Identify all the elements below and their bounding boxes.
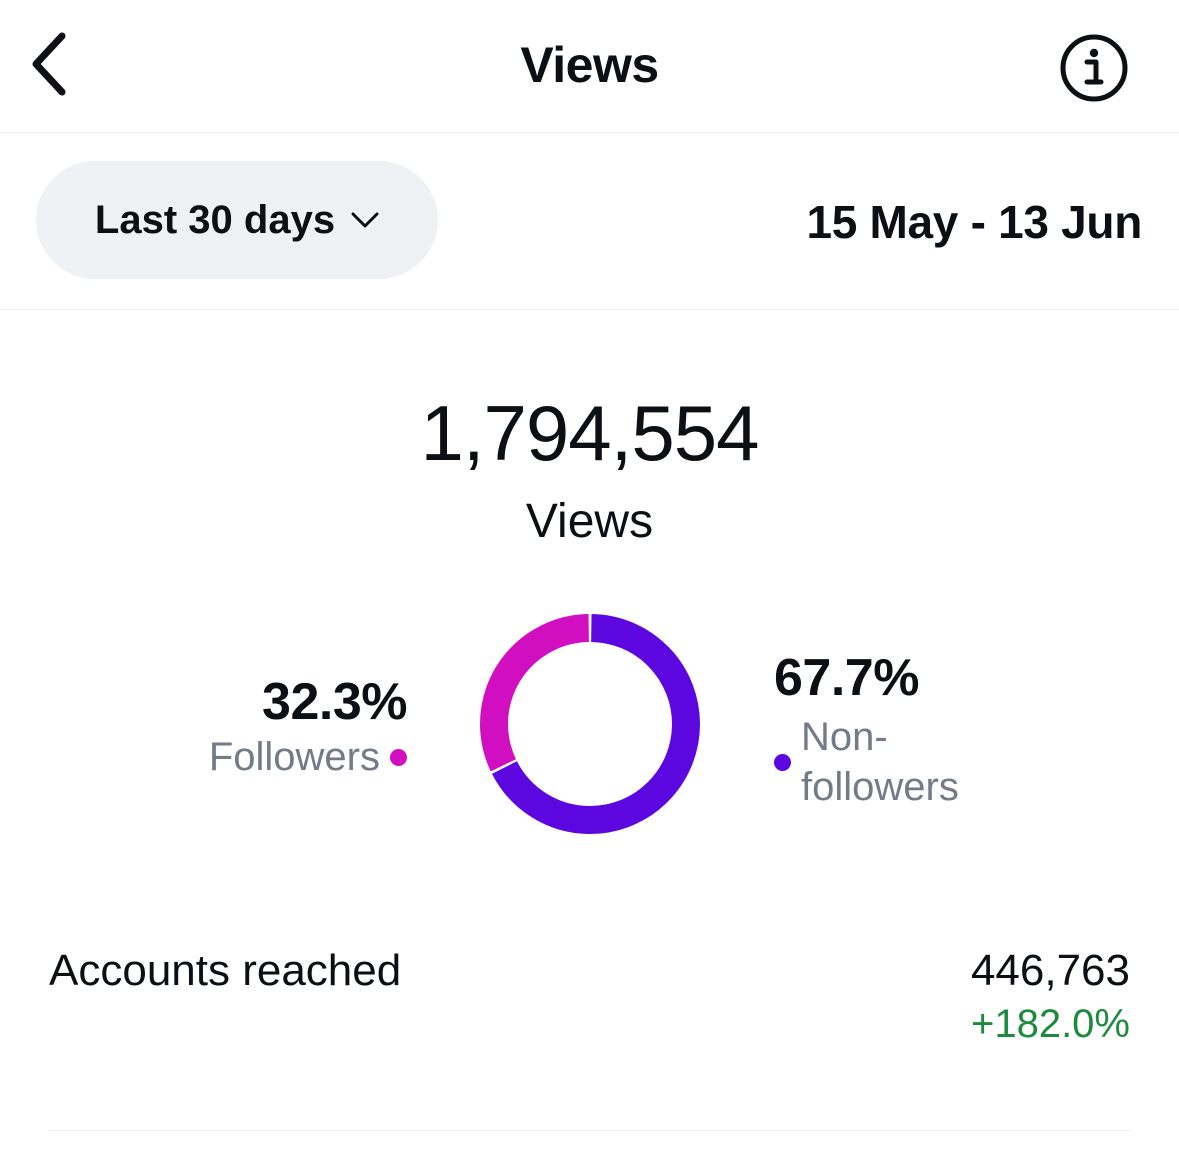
top-bar: Views xyxy=(0,0,1179,133)
accounts-reached-change: +182.0% xyxy=(970,1002,1130,1046)
date-range-dropdown[interactable]: Last 30 days xyxy=(36,161,438,279)
date-filter-bar: Last 30 days 15 May - 13 Jun xyxy=(0,133,1179,310)
date-range-text: 15 May - 13 Jun xyxy=(806,196,1142,248)
info-icon xyxy=(1060,34,1128,102)
accounts-reached-value: 446,763 xyxy=(970,946,1130,995)
followers-legend: 32.3% Followers xyxy=(208,672,408,782)
accounts-reached-row[interactable]: Accounts reached 446,763 +182.0% xyxy=(49,940,1130,1131)
followers-label: Followers xyxy=(208,735,380,779)
followers-legend-dot xyxy=(390,748,407,766)
chevron-down-icon xyxy=(351,212,379,228)
total-views-label: Views xyxy=(525,495,654,548)
accounts-reached-label: Accounts reached xyxy=(49,946,402,995)
info-button[interactable] xyxy=(1056,30,1132,106)
page-title: Views xyxy=(520,37,659,93)
date-range-dropdown-label: Last 30 days xyxy=(94,197,336,242)
views-donut-chart xyxy=(480,613,700,834)
non-followers-percentage: 67.7% xyxy=(774,649,919,707)
followers-percentage: 32.3% xyxy=(262,673,407,731)
non-followers-legend: 67.7% Non-followers xyxy=(774,648,1001,812)
non-followers-legend-dot xyxy=(774,753,791,771)
non-followers-label: Non-followers xyxy=(801,715,959,809)
total-views-value: 1,794,554 xyxy=(420,389,759,477)
